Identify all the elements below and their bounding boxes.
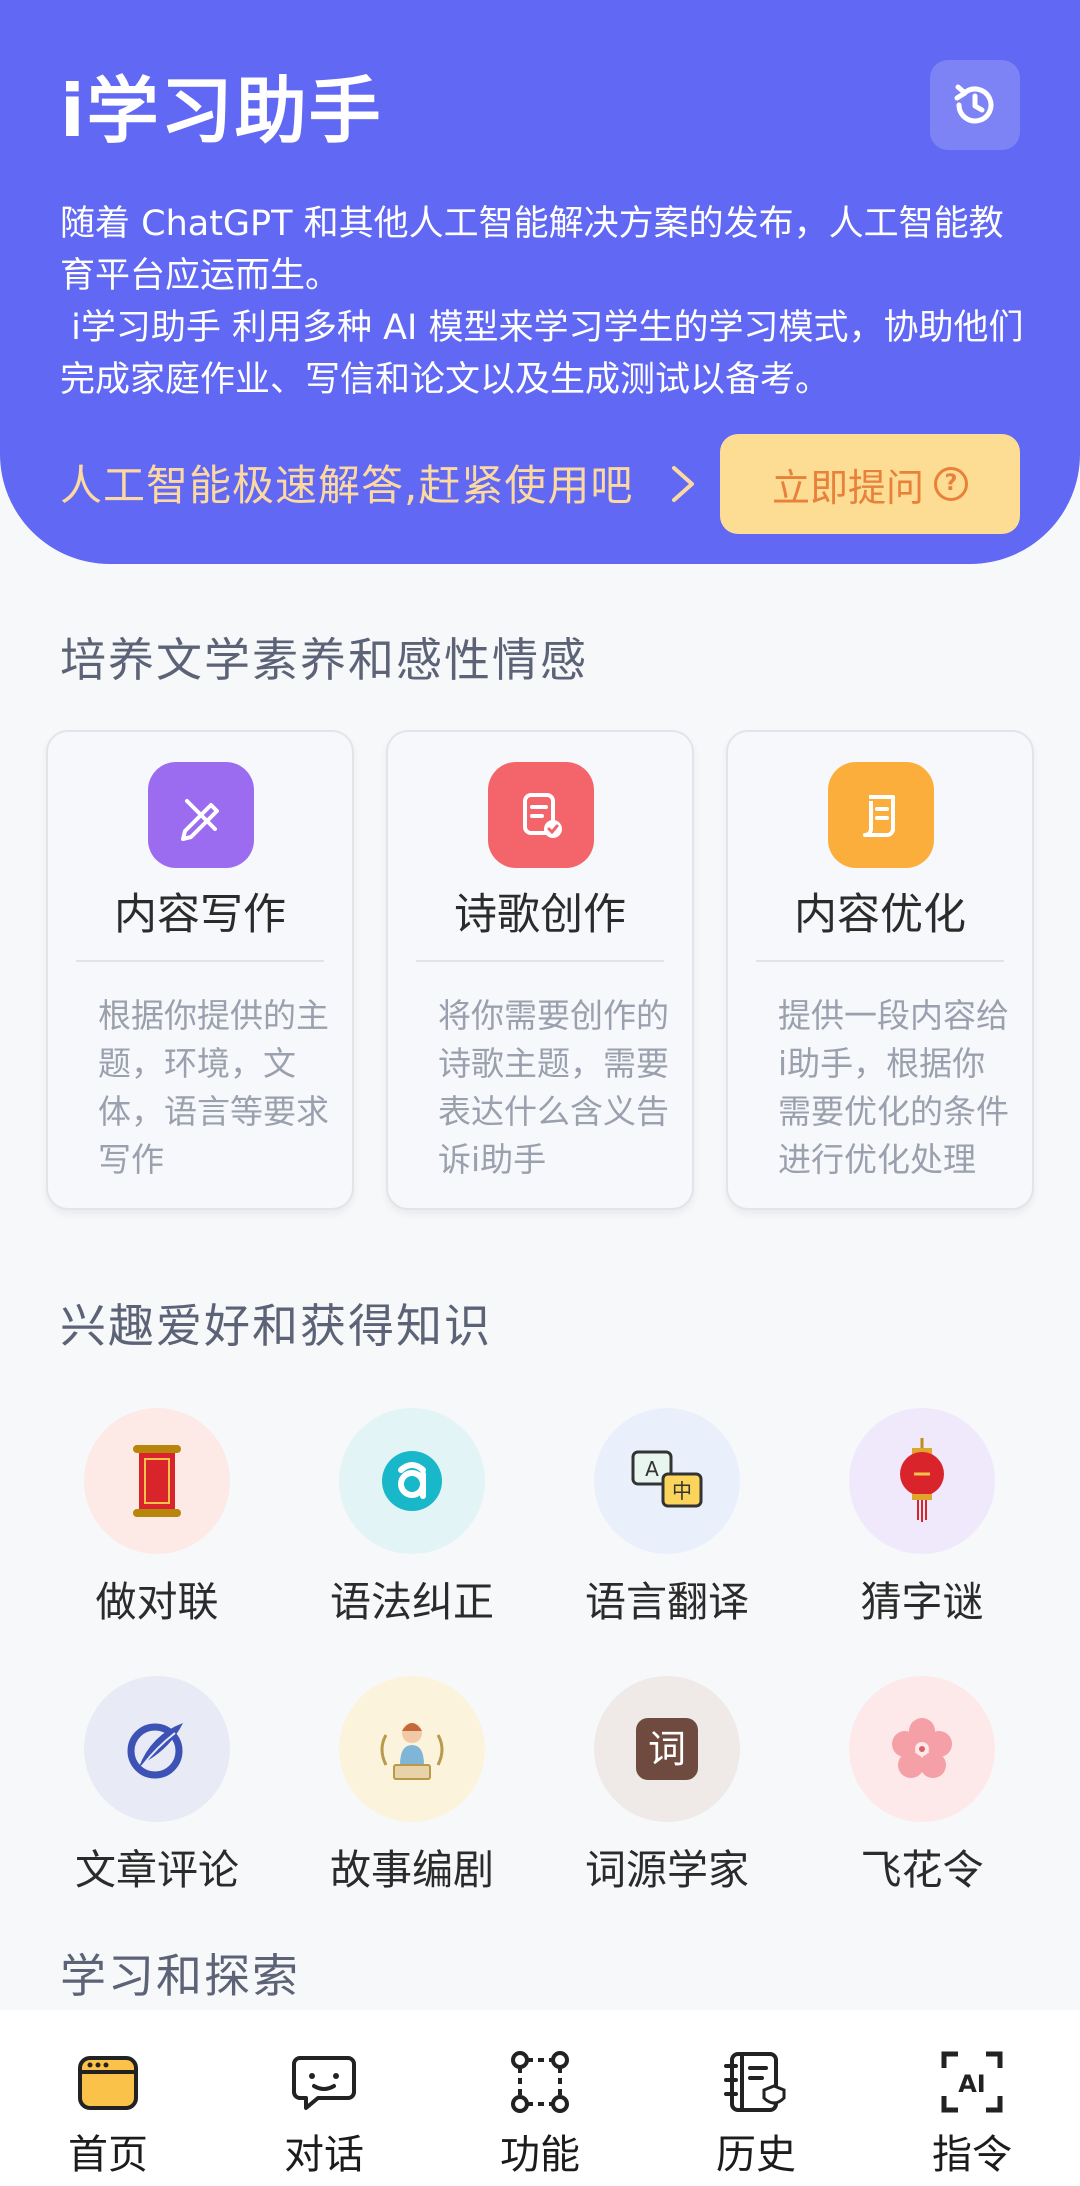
chat-icon	[292, 2056, 356, 2110]
card-content-optimize[interactable]: 内容优化 提供一段内容给i助手，根据你需要优化的条件进行优化处理	[726, 730, 1034, 1210]
ai-badge-text: AI	[958, 2070, 986, 2098]
nav-label: 功能	[500, 2132, 580, 2178]
card-title: 内容优化	[794, 890, 966, 940]
chevron-right-icon[interactable]	[668, 462, 698, 506]
nav-home[interactable]: 首页	[0, 2050, 216, 2186]
feature-label: 词源学家	[585, 1846, 749, 1894]
storyteller-icon	[339, 1676, 485, 1822]
lantern-icon	[849, 1408, 995, 1554]
flower-icon	[849, 1676, 995, 1822]
scroll-icon	[828, 762, 934, 868]
nav-label: 指令	[932, 2132, 1012, 2178]
nav-commands[interactable]: AI 指令	[864, 2050, 1080, 2186]
feature-riddle[interactable]: 猜字谜	[807, 1408, 1037, 1638]
header-banner: i学习助手 随着 ChatGPT 和其他人工智能解决方案的发布，人工智能教育平台…	[0, 0, 1080, 564]
card-content-writing[interactable]: 内容写作 根据你提供的主题，环境，文体，语言等要求写作	[46, 730, 354, 1210]
card-description: 将你需要创作的诗歌主题，需要表达什么含义告诉i助手	[438, 996, 669, 1179]
feature-grammar[interactable]: 语法纠正	[297, 1408, 527, 1638]
card-poetry[interactable]: 诗歌创作 将你需要创作的诗歌主题，需要表达什么含义告诉i助手	[386, 730, 694, 1210]
feature-couplet[interactable]: 做对联	[42, 1408, 272, 1638]
app-title: i学习助手	[60, 69, 383, 153]
feature-etymology[interactable]: 词 词源学家	[552, 1676, 782, 1906]
letter-a-icon	[339, 1408, 485, 1554]
ask-now-button[interactable]: 立即提问 ?	[720, 434, 1020, 534]
history-icon	[954, 84, 994, 124]
card-title: 诗歌创作	[454, 890, 626, 940]
ask-now-label: 立即提问	[771, 465, 924, 510]
feature-label: 故事编剧	[330, 1846, 494, 1894]
section-title-hobbies: 兴趣爱好和获得知识	[60, 1299, 492, 1353]
question-icon: ?	[934, 467, 968, 501]
home-icon	[78, 2056, 138, 2110]
nav-functions[interactable]: 功能	[432, 2050, 648, 2186]
feature-label: 文章评论	[75, 1846, 239, 1894]
nav-label: 对话	[284, 2132, 364, 2178]
word-glyph: 词	[648, 1727, 686, 1771]
couplet-scroll-icon	[84, 1408, 230, 1554]
pen-icon	[148, 762, 254, 868]
card-divider	[416, 960, 664, 962]
translate-badge-a: A	[645, 1457, 659, 1481]
feature-label: 飞花令	[860, 1846, 984, 1894]
bottom-nav: 首页 对话 功能 历史 AI 指令	[0, 2010, 1080, 2186]
card-description: 根据你提供的主题，环境，文体，语言等要求写作	[98, 996, 329, 1179]
intro-paragraph-2: i学习助手 利用多种 AI 模型来学习学生的学习模式，协助他们完成家庭作业、写信…	[60, 308, 1024, 400]
feature-flying-flower[interactable]: 飞花令	[807, 1676, 1037, 1906]
nav-label: 首页	[68, 2132, 148, 2178]
nav-history[interactable]: 历史	[648, 2050, 864, 2186]
functions-icon	[511, 2051, 569, 2113]
word-icon: 词	[594, 1676, 740, 1822]
ai-command-icon: AI	[941, 2051, 1003, 2113]
feature-label: 语法纠正	[330, 1578, 494, 1626]
section-title-literacy: 培养文学素养和感性情感	[60, 633, 588, 687]
nav-chat[interactable]: 对话	[216, 2050, 432, 2186]
feature-label: 做对联	[95, 1578, 219, 1626]
feature-story[interactable]: 故事编剧	[297, 1676, 527, 1906]
nav-label: 历史	[716, 2132, 796, 2178]
translate-icon: A 中	[594, 1408, 740, 1554]
card-title: 内容写作	[114, 890, 286, 940]
feature-label: 猜字谜	[860, 1578, 984, 1626]
card-divider	[756, 960, 1004, 962]
cta-text[interactable]: 人工智能极速解答,赶紧使用吧	[60, 452, 633, 513]
card-description: 提供一段内容给i助手，根据你需要优化的条件进行优化处理	[778, 996, 1009, 1179]
history-book-icon	[724, 2052, 786, 2112]
document-icon	[488, 762, 594, 868]
card-divider	[76, 960, 324, 962]
feature-article-review[interactable]: 文章评论	[42, 1676, 272, 1906]
intro-text: 随着 ChatGPT 和其他人工智能解决方案的发布，人工智能教育平台应运而生。 …	[60, 198, 1030, 406]
translate-badge-zh: 中	[672, 1479, 692, 1503]
section-title-learning: 学习和探索	[60, 1949, 300, 2003]
feather-icon	[84, 1676, 230, 1822]
history-button[interactable]	[930, 60, 1020, 150]
intro-paragraph-1: 随着 ChatGPT 和其他人工智能解决方案的发布，人工智能教育平台应运而生。	[60, 204, 1004, 296]
feature-translate[interactable]: A 中 语言翻译	[552, 1408, 782, 1638]
feature-label: 语言翻译	[585, 1578, 749, 1626]
